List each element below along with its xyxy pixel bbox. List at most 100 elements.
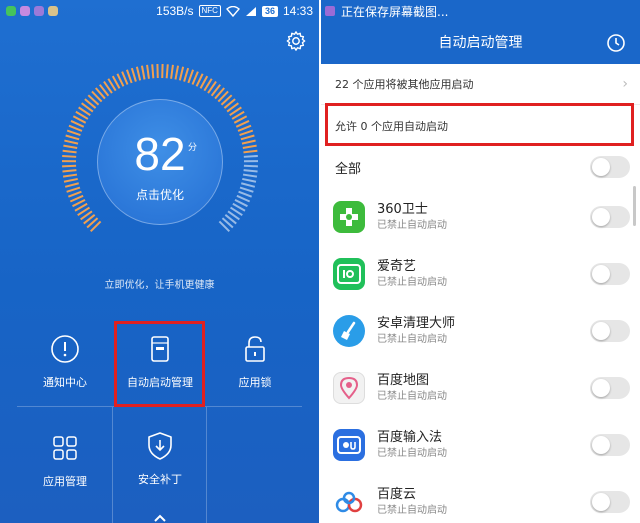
gauge-tick (243, 164, 258, 168)
chevron-right-icon: › (622, 76, 628, 92)
gauge-tick (63, 177, 78, 183)
app-row: 百度地图 已禁止自动启动 (321, 359, 640, 416)
gauge-tick (64, 139, 79, 145)
gauge-tick (62, 173, 78, 178)
gauge-tick (187, 69, 195, 84)
cloud-icon (333, 485, 365, 518)
grid-divider (112, 407, 113, 523)
settings-gear-icon[interactable] (285, 30, 307, 52)
app-notification-icon (20, 6, 30, 16)
gauge-tick (66, 129, 81, 137)
app-status: 已禁止自动启动 (377, 276, 447, 288)
clock: 14:33 (282, 4, 313, 18)
gauge-tick (191, 71, 199, 85)
app-toggle[interactable] (590, 490, 630, 513)
gauge-tick (242, 144, 257, 149)
optimize-button[interactable]: 82 分 点击优化 (97, 99, 223, 225)
app-management-tile[interactable]: 应用管理 (17, 433, 113, 523)
grid-divider (206, 407, 207, 523)
app-row: 360卫士 已禁止自动启动 (321, 188, 640, 245)
map-pin-icon (333, 371, 365, 404)
page-title: 自动启动管理 (438, 35, 523, 51)
all-apps-toggle[interactable] (590, 156, 630, 178)
status-text: 正在保存屏幕截图... (341, 4, 449, 19)
iqiyi-icon (333, 257, 365, 290)
gauge-tick (64, 182, 79, 188)
gauge-tick (236, 194, 251, 203)
gauge-tick (242, 177, 257, 183)
app-name: 安卓清理大师 (377, 315, 456, 331)
gauge-tick (243, 149, 258, 154)
auto-start-management-tile[interactable]: 自动启动管理 (112, 334, 208, 424)
gauge-tick (243, 154, 258, 158)
app-row: 安卓清理大师 已禁止自动启动 (321, 302, 640, 359)
app-toggle[interactable] (590, 376, 630, 399)
gauge-tick (241, 139, 256, 145)
gauge-tick (135, 66, 142, 81)
allowed-count-row: 允许 0 个应用自动启动 (321, 105, 640, 146)
scrollbar[interactable] (633, 186, 636, 226)
wechat-icon (6, 6, 16, 16)
app-status: 已禁止自动启动 (377, 333, 447, 345)
started-by-others-text: 22 个应用将被其他应用启动 (335, 78, 474, 91)
app-row: 百度输入法 已禁止自动启动 (321, 416, 640, 473)
phone-manager-screen: 153B/s NFC 36 14:33 82 分 点击优化 立即优化，让手机更健… (0, 0, 319, 523)
security-patch-tile[interactable]: 安全补丁 (112, 431, 208, 521)
app-status: 已禁止自动启动 (377, 390, 447, 402)
gauge-tick (174, 65, 180, 80)
tile-label: 安全补丁 (138, 473, 182, 486)
app-notification-icon (48, 6, 58, 16)
gauge-tick (165, 64, 169, 79)
plus-cross-icon (333, 200, 365, 233)
gauge-tick (242, 173, 258, 178)
started-by-others-row[interactable]: 22 个应用将被其他应用启动 › (321, 64, 640, 105)
gauge-tick (243, 169, 258, 173)
gauge-tick (241, 182, 256, 188)
app-status: 已禁止自动启动 (377, 219, 447, 231)
battery-icon: 36 (261, 5, 278, 17)
app-toggle[interactable] (590, 433, 630, 456)
tile-label: 应用锁 (238, 376, 272, 389)
tile-label: 通知中心 (43, 376, 87, 389)
gauge-tick (62, 149, 77, 154)
gauge-tick (62, 154, 77, 158)
app-name: 百度云 (377, 486, 417, 502)
status-bar: 正在保存屏幕截图... (321, 0, 640, 22)
app-lock-tile[interactable]: 应用锁 (207, 334, 303, 424)
gauge-tick (62, 169, 77, 173)
gauge-tick (183, 67, 190, 82)
gauge-tick (237, 124, 252, 132)
app-toggle[interactable] (590, 319, 630, 342)
app-name: 百度地图 (377, 372, 430, 388)
app-name: 360卫士 (377, 201, 428, 217)
status-bar: 153B/s NFC 36 14:33 (0, 0, 319, 22)
app-toggle[interactable] (590, 205, 630, 228)
header: 自动启动管理 (321, 22, 640, 64)
gauge-tick (240, 134, 255, 141)
all-apps-label: 全部 (335, 161, 362, 177)
signal-icon (245, 6, 256, 16)
shield-download-icon (148, 432, 172, 460)
screenshot-icon (325, 6, 335, 16)
auto-start-screen: 正在保存屏幕截图... 自动启动管理 22 个应用将被其他应用启动 › 允许 0… (321, 0, 640, 523)
gauge-tick (151, 64, 155, 79)
gauge-tick (238, 190, 253, 198)
gauge-tick (68, 124, 83, 132)
chevron-up-icon[interactable] (153, 512, 167, 523)
gauge-tick (69, 194, 84, 203)
alert-circle-icon (51, 335, 79, 363)
wifi-icon (225, 5, 240, 17)
grid-divider (17, 406, 302, 407)
tile-label: 自动启动管理 (127, 376, 193, 389)
gauge-tick (67, 190, 82, 198)
gauge-tick (62, 164, 77, 168)
clock-history-icon[interactable] (606, 33, 626, 53)
gauge-tick (63, 144, 78, 149)
gauge-tick (146, 64, 150, 79)
all-apps-row: 全部 (321, 146, 640, 188)
health-score: 82 (134, 128, 186, 180)
score-unit: 分 (188, 143, 198, 153)
app-toggle[interactable] (590, 262, 630, 285)
app-status: 已禁止自动启动 (377, 447, 447, 459)
notification-center-tile[interactable]: 通知中心 (17, 334, 113, 424)
